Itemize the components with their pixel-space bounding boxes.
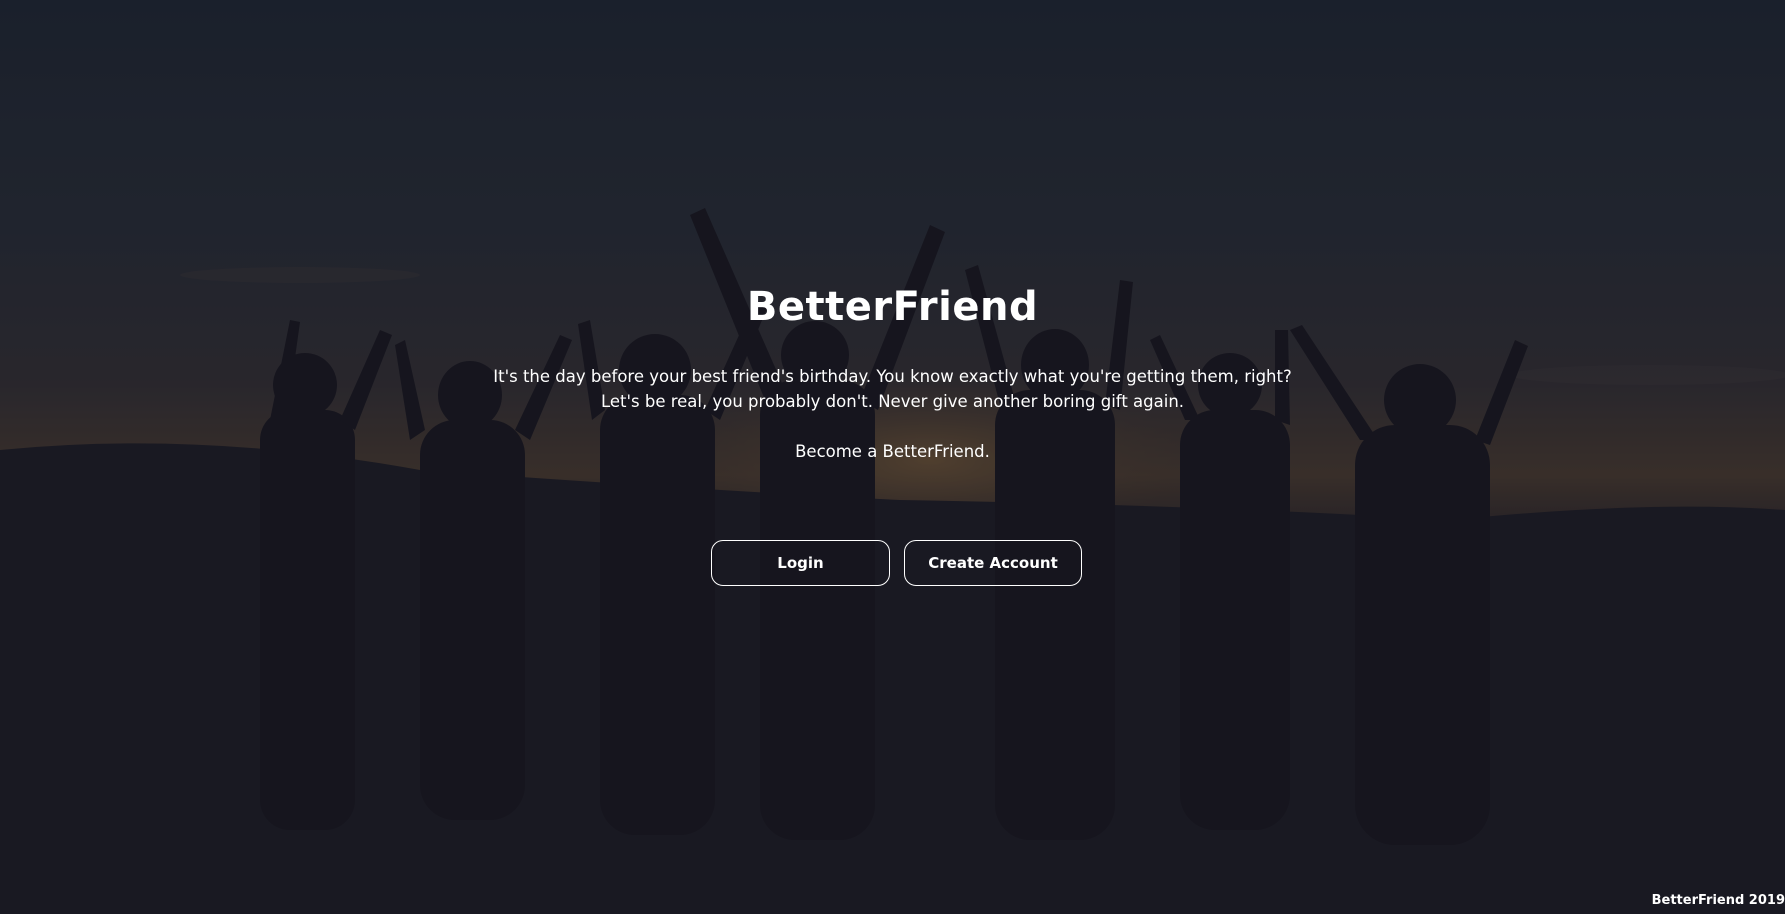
page-title: BetterFriend [746,284,1039,330]
hero-tagline: Become a BetterFriend. [795,442,990,461]
hero-section: BetterFriend It's the day before your be… [0,0,1785,914]
create-account-button[interactable]: Create Account [904,540,1082,586]
hero-content: BetterFriend It's the day before your be… [0,0,1785,914]
footer-copyright: BetterFriend 2019 [1651,893,1785,908]
hero-description: It's the day before your best friend's b… [493,367,1292,411]
login-button[interactable]: Login [711,540,890,586]
